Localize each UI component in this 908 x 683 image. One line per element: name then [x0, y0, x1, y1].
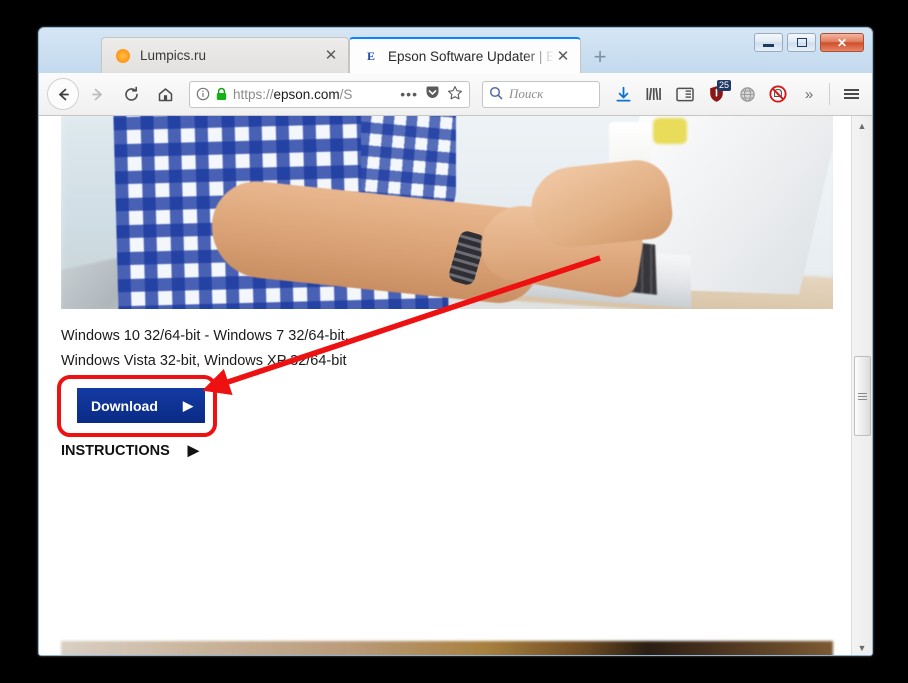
forward-arrow-icon[interactable] — [81, 78, 113, 110]
sidebar-icon[interactable] — [671, 79, 699, 109]
window-controls: ✕ — [754, 33, 864, 52]
toolbar-divider — [829, 83, 830, 105]
search-bar[interactable]: Поиск — [482, 80, 600, 108]
instructions-label: INSTRUCTIONS — [61, 443, 170, 459]
page-content: Windows 10 32/64-bit - Windows 7 32/64-b… — [61, 116, 853, 655]
navigation-toolbar: https://epson.com/S ••• Поиск 25 » — [39, 73, 872, 116]
address-bar[interactable]: https://epson.com/S ••• — [189, 80, 470, 108]
overflow-chevrons-icon[interactable]: » — [795, 79, 823, 109]
tab-strip: Lumpics.ru ✕ E Epson Software Updater | … — [39, 28, 872, 73]
instructions-link[interactable]: INSTRUCTIONS ▶ — [61, 443, 199, 459]
close-window-button[interactable]: ✕ — [820, 33, 864, 52]
new-tab-button[interactable]: + — [587, 45, 613, 71]
back-arrow-icon[interactable] — [47, 78, 79, 110]
tab-label: Epson Software Updater | Epson — [388, 48, 554, 64]
next-section-image — [61, 641, 833, 655]
search-input-placeholder: Поиск — [509, 86, 544, 101]
page-actions-icon[interactable]: ••• — [400, 86, 418, 102]
adblock-icon[interactable] — [764, 79, 792, 109]
tab-lumpics[interactable]: Lumpics.ru ✕ — [101, 37, 349, 73]
play-arrow-icon: ▶ — [183, 397, 193, 413]
scroll-down-icon[interactable]: ▼ — [852, 638, 872, 655]
search-icon — [489, 86, 503, 103]
pocket-icon[interactable] — [425, 85, 440, 103]
downloads-icon[interactable] — [609, 79, 637, 109]
ublock-shield-icon[interactable]: 25 — [702, 79, 731, 109]
globe-icon[interactable] — [733, 79, 761, 109]
scroll-up-icon[interactable]: ▲ — [852, 116, 872, 135]
orange-circle-icon — [115, 48, 131, 64]
info-circle-icon[interactable] — [196, 87, 210, 101]
download-button[interactable]: Download ▶ — [77, 388, 205, 423]
download-button-label: Download — [91, 397, 158, 414]
play-arrow-icon: ▶ — [187, 443, 199, 459]
close-icon[interactable]: ✕ — [322, 48, 340, 63]
library-icon[interactable] — [640, 79, 668, 109]
reload-icon[interactable] — [115, 78, 147, 110]
ublock-count-badge: 25 — [716, 80, 731, 91]
tab-label: Lumpics.ru — [140, 48, 207, 63]
padlock-icon[interactable] — [215, 87, 228, 101]
system-requirements-line-1: Windows 10 32/64-bit - Windows 7 32/64-b… — [61, 328, 349, 344]
epson-e-icon: E — [363, 48, 379, 64]
home-icon[interactable] — [149, 78, 181, 110]
page-viewport: Windows 10 32/64-bit - Windows 7 32/64-b… — [39, 116, 872, 655]
bookmark-star-icon[interactable] — [447, 85, 463, 104]
url-text: https://epson.com/S — [233, 86, 353, 102]
maximize-button[interactable] — [787, 33, 816, 52]
scrollbar-grip — [858, 391, 867, 402]
close-icon[interactable]: ✕ — [554, 49, 572, 64]
browser-window: Lumpics.ru ✕ E Epson Software Updater | … — [38, 27, 873, 656]
hamburger-menu-icon[interactable] — [837, 79, 865, 109]
system-requirements-line-2: Windows Vista 32-bit, Windows XP 32/64-b… — [61, 353, 347, 369]
hero-image — [61, 116, 833, 309]
tab-epson-software-updater[interactable]: E Epson Software Updater | Epson ✕ — [349, 37, 581, 73]
page-scrollbar[interactable]: ▲ ▼ — [851, 116, 872, 655]
minimize-button[interactable] — [754, 33, 783, 52]
scrollbar-thumb[interactable] — [854, 356, 871, 436]
